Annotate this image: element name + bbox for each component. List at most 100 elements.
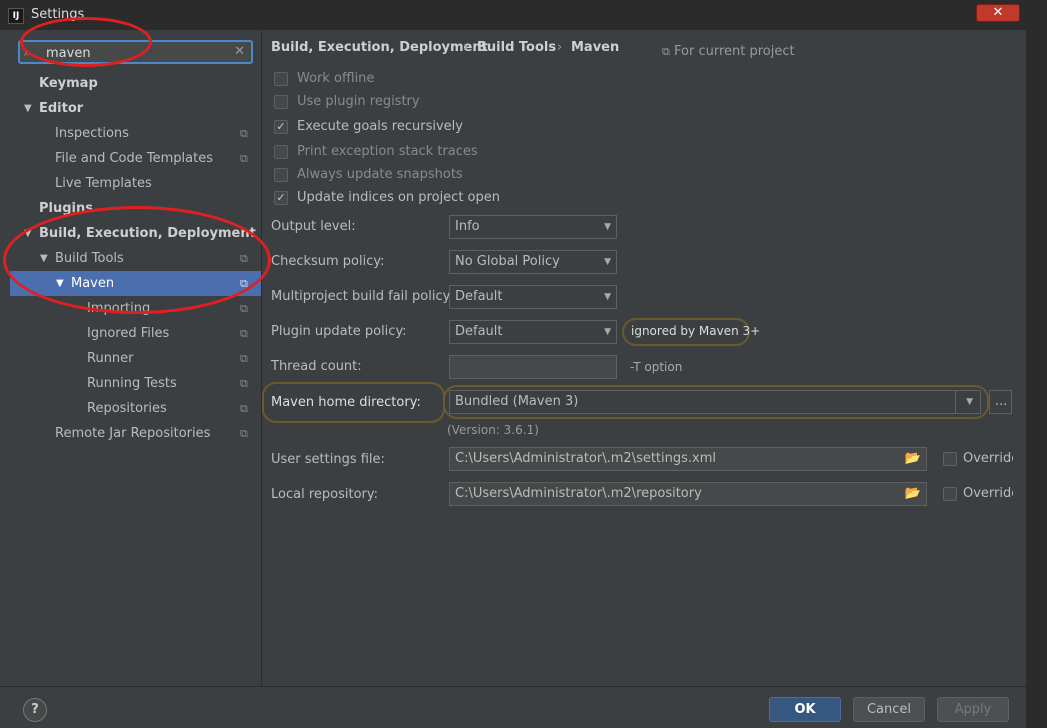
checkbox-box[interactable] [274, 72, 288, 86]
plugin-update-note: ignored by Maven 3+ [631, 324, 761, 338]
checksum-policy-label: Checksum policy: [271, 254, 385, 269]
help-button[interactable]: ? [23, 698, 47, 722]
select-divider [955, 391, 956, 413]
clear-search-icon[interactable]: ✕ [234, 44, 245, 59]
fail-policy-label: Multiproject build fail policy: [271, 289, 454, 304]
breadcrumb-build-execution: Build, Execution, Deployment [271, 40, 488, 55]
apply-button[interactable]: Apply [937, 697, 1009, 722]
checkmark-icon[interactable]: ✓ [274, 120, 288, 134]
maven-home-label: Maven home directory: [271, 395, 421, 410]
checkbox-label: Update indices on project open [297, 190, 500, 205]
checksum-policy-value: No Global Policy [455, 254, 560, 269]
browse-maven-home-button[interactable]: ... [989, 390, 1012, 414]
project-scope-note: ⧉ For current project [662, 44, 795, 59]
project-scope-icon: ⧉ [240, 302, 248, 315]
user-settings-value: C:\Users\Administrator\.m2\settings.xml [455, 451, 717, 466]
annotation-circle [3, 206, 271, 314]
plugin-update-policy-select[interactable]: Default ▼ [449, 320, 617, 344]
settings-tree-panel [10, 30, 261, 686]
chevron-down-icon: ▼ [604, 327, 611, 337]
checksum-policy-select[interactable]: No Global Policy ▼ [449, 250, 617, 274]
checkbox-box[interactable] [274, 145, 288, 159]
local-repository-label: Local repository: [271, 487, 378, 502]
print-exception-stack-traces-checkbox[interactable]: Print exception stack traces [274, 143, 478, 161]
checkbox-label: Override [963, 451, 1020, 466]
title-bar: IJ Settings ✕ [0, 0, 1047, 30]
background-edge [1026, 0, 1047, 728]
plugin-update-policy-value: Default [455, 324, 503, 339]
tree-item-editor[interactable]: Editor [39, 96, 83, 121]
local-repository-value: C:\Users\Administrator\.m2\repository [455, 486, 702, 501]
ok-button[interactable]: OK [769, 697, 841, 722]
project-scope-icon: ⧉ [240, 352, 248, 365]
project-scope-icon: ⧉ [240, 327, 248, 340]
tree-item-ignored-files[interactable]: Ignored Files [87, 321, 169, 346]
execute-goals-recursively-checkbox[interactable]: ✓ Execute goals recursively [274, 118, 474, 136]
maven-version-text: (Version: 3.6.1) [447, 423, 539, 437]
checkbox-label: Work offline [297, 71, 375, 86]
tree-item-running-tests[interactable]: Running Tests [87, 371, 177, 396]
checkmark-icon[interactable]: ✓ [274, 191, 288, 205]
tree-item-keymap[interactable]: Keymap [39, 71, 98, 96]
maven-home-select[interactable]: Bundled (Maven 3) ▼ [449, 390, 981, 414]
checkbox-box[interactable] [274, 168, 288, 182]
checkbox-box[interactable] [943, 452, 957, 466]
checkbox-box[interactable] [274, 95, 288, 109]
project-scope-icon: ⧉ [240, 402, 248, 415]
annotation-circle [20, 17, 152, 67]
project-scope-icon: ⧉ [662, 45, 670, 58]
panel-divider[interactable] [261, 30, 262, 686]
chevron-down-icon: ▼ [604, 257, 611, 267]
maven-home-value: Bundled (Maven 3) [455, 394, 579, 409]
tree-item-file-code-templates[interactable]: File and Code Templates [55, 146, 213, 171]
plugin-update-policy-label: Plugin update policy: [271, 324, 407, 339]
override-user-settings-checkbox[interactable]: Override [943, 450, 1020, 468]
cancel-button[interactable]: Cancel [853, 697, 925, 722]
output-level-value: Info [455, 219, 480, 234]
breadcrumb-separator: › [463, 40, 469, 55]
chevron-down-icon: ▼ [966, 397, 973, 407]
expand-editor-icon[interactable]: ▼ [24, 103, 32, 114]
tree-item-inspections[interactable]: Inspections [55, 121, 129, 146]
tree-item-live-templates[interactable]: Live Templates [55, 171, 152, 196]
project-scope-icon: ⧉ [240, 127, 248, 140]
checkbox-label: Use plugin registry [297, 94, 420, 109]
checkbox-label: Always update snapshots [297, 167, 463, 182]
work-offline-checkbox[interactable]: Work offline [274, 70, 474, 88]
output-level-label: Output level: [271, 219, 356, 234]
chevron-down-icon: ▼ [604, 292, 611, 302]
thread-count-input[interactable] [449, 355, 617, 379]
user-settings-input[interactable]: C:\Users\Administrator\.m2\settings.xml … [449, 447, 927, 471]
breadcrumb-build-tools: Build Tools [477, 40, 557, 55]
chevron-down-icon: ▼ [604, 222, 611, 232]
use-plugin-registry-checkbox[interactable]: Use plugin registry [274, 93, 474, 111]
project-scope-icon: ⧉ [240, 377, 248, 390]
breadcrumb-maven: Maven [571, 40, 620, 55]
tree-item-runner[interactable]: Runner [87, 346, 134, 371]
update-indices-checkbox[interactable]: ✓ Update indices on project open [274, 189, 500, 207]
project-scope-icon: ⧉ [240, 152, 248, 165]
always-update-snapshots-checkbox[interactable]: Always update snapshots [274, 166, 474, 184]
fail-policy-value: Default [455, 289, 503, 304]
output-level-select[interactable]: Info ▼ [449, 215, 617, 239]
folder-icon[interactable]: 📂 [905, 483, 921, 505]
settings-scrollbar[interactable] [1013, 30, 1026, 686]
user-settings-label: User settings file: [271, 452, 385, 467]
fail-policy-select[interactable]: Default ▼ [449, 285, 617, 309]
project-scope-label: For current project [674, 44, 795, 59]
checkbox-label: Execute goals recursively [297, 119, 463, 134]
intellij-logo-icon: IJ [8, 8, 24, 24]
thread-count-label: Thread count: [271, 359, 362, 374]
checkbox-box[interactable] [943, 487, 957, 501]
thread-count-note: -T option [630, 360, 683, 374]
folder-icon[interactable]: 📂 [905, 448, 921, 470]
tree-item-repositories[interactable]: Repositories [87, 396, 167, 421]
override-local-repository-checkbox[interactable]: Override [943, 485, 1020, 503]
local-repository-input[interactable]: C:\Users\Administrator\.m2\repository 📂 [449, 482, 927, 506]
project-scope-icon: ⧉ [240, 427, 248, 440]
breadcrumb-separator: › [557, 40, 563, 55]
close-window-button[interactable]: ✕ [976, 4, 1020, 22]
tree-item-remote-jar-repositories[interactable]: Remote Jar Repositories [55, 421, 210, 446]
checkbox-label: Override [963, 486, 1020, 501]
checkbox-label: Print exception stack traces [297, 144, 478, 159]
